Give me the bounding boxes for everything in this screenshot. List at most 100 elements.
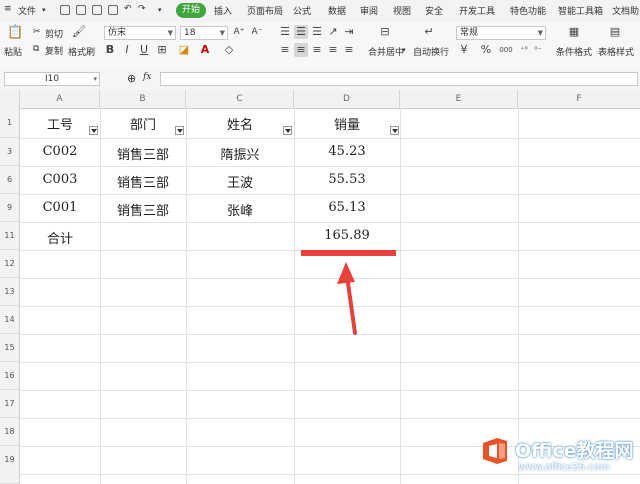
tab-formulas[interactable]: 公式 bbox=[293, 4, 311, 17]
copy-icon[interactable]: ⧉ bbox=[33, 44, 39, 54]
distributed-icon[interactable]: ≡ bbox=[342, 43, 356, 57]
column-header-a[interactable]: A bbox=[20, 90, 100, 108]
print-icon[interactable] bbox=[92, 5, 102, 15]
align-right-icon[interactable]: ≡ bbox=[310, 43, 324, 57]
name-box[interactable]: I10 ▾ bbox=[4, 72, 100, 86]
row-header-16[interactable]: 16 bbox=[0, 362, 20, 390]
chevron-down-icon[interactable]: ▾ bbox=[42, 6, 46, 14]
copy-button[interactable]: 复制 bbox=[45, 44, 63, 57]
cell-total-value[interactable]: 165.89 bbox=[294, 228, 400, 243]
wrap-text-button[interactable]: 自动换行 bbox=[413, 45, 449, 58]
cell-id[interactable]: C001 bbox=[20, 200, 100, 215]
tab-page-layout[interactable]: 页面布局 bbox=[247, 4, 283, 17]
orientation-icon[interactable]: ↗ bbox=[326, 25, 340, 39]
merge-center-icon[interactable]: ⊟ bbox=[376, 25, 394, 39]
chevron-down-icon[interactable]: ▾ bbox=[402, 46, 406, 54]
table-style-icon[interactable]: ▤ bbox=[606, 25, 624, 39]
row-header-3[interactable]: 3 bbox=[0, 138, 20, 166]
paste-icon[interactable]: 📋 bbox=[7, 26, 23, 40]
align-center-icon[interactable]: ≡ bbox=[294, 43, 308, 57]
fx-button[interactable]: fx bbox=[143, 72, 151, 82]
shrink-font-button[interactable]: A⁻ bbox=[250, 25, 264, 39]
print-preview-icon[interactable] bbox=[108, 5, 118, 15]
underline-button[interactable]: U bbox=[138, 43, 150, 57]
redo-icon[interactable]: ↷ bbox=[138, 4, 146, 14]
grow-font-button[interactable]: A⁺ bbox=[232, 25, 246, 39]
tab-view[interactable]: 视图 bbox=[393, 4, 411, 17]
header-cell-id[interactable]: 工号 bbox=[20, 114, 100, 133]
menu-icon[interactable]: ≡ bbox=[4, 4, 12, 14]
decrease-decimal-icon[interactable]: ⁰⁻ bbox=[532, 43, 544, 57]
row-header-1[interactable]: 1 bbox=[0, 108, 20, 138]
select-all-corner[interactable] bbox=[0, 90, 20, 108]
clear-format-icon[interactable]: ◇ bbox=[222, 43, 236, 57]
tab-review[interactable]: 审阅 bbox=[360, 4, 378, 17]
header-cell-department[interactable]: 部门 bbox=[100, 114, 186, 133]
font-color-button[interactable]: A bbox=[198, 43, 212, 57]
justify-icon[interactable]: ≡ bbox=[326, 43, 340, 57]
conditional-format-button[interactable]: 条件格式 bbox=[556, 45, 592, 58]
menu-file[interactable]: 文件 bbox=[18, 4, 36, 17]
row-header-17[interactable]: 17 bbox=[0, 390, 20, 418]
tab-doc-assistant[interactable]: 文档助 bbox=[612, 4, 639, 17]
formula-input[interactable] bbox=[160, 72, 638, 86]
percent-button[interactable]: % bbox=[479, 43, 493, 57]
row-header-15[interactable]: 15 bbox=[0, 334, 20, 362]
cut-icon[interactable]: ✂ bbox=[33, 27, 41, 37]
cell-sales[interactable]: 65.13 bbox=[294, 200, 400, 215]
row-header-19[interactable]: 19 bbox=[0, 446, 20, 484]
cell-department[interactable]: 销售三部 bbox=[100, 200, 186, 219]
row-header-9[interactable]: 9 bbox=[0, 194, 20, 222]
row-header-14[interactable]: 14 bbox=[0, 306, 20, 334]
column-header-f[interactable]: F bbox=[518, 90, 640, 108]
header-cell-sales[interactable]: 销量 bbox=[294, 114, 400, 133]
tab-features[interactable]: 特色功能 bbox=[510, 4, 546, 17]
table-style-button[interactable]: 表格样式 bbox=[598, 45, 634, 58]
italic-button[interactable]: I bbox=[121, 43, 133, 57]
column-header-b[interactable]: B bbox=[100, 90, 186, 108]
format-painter-button[interactable]: 格式刷 bbox=[68, 45, 95, 58]
row-header-13[interactable]: 13 bbox=[0, 278, 20, 306]
cell-id[interactable]: C002 bbox=[20, 144, 100, 159]
align-top-icon[interactable]: ☰ bbox=[278, 25, 292, 39]
tab-developer[interactable]: 开发工具 bbox=[459, 4, 495, 17]
row-header-18[interactable]: 18 bbox=[0, 418, 20, 446]
increase-decimal-icon[interactable]: ⁺⁰ bbox=[518, 43, 530, 57]
currency-button[interactable]: ¥ bbox=[457, 43, 471, 57]
customize-icon[interactable]: ▾ bbox=[158, 6, 162, 14]
cell-id[interactable]: C003 bbox=[20, 172, 100, 187]
format-painter-icon[interactable]: 🖌 bbox=[72, 25, 86, 39]
zoom-icon[interactable]: ⊕ bbox=[127, 72, 136, 85]
cell-sales[interactable]: 55.53 bbox=[294, 172, 400, 187]
align-bottom-icon[interactable]: ☰ bbox=[310, 25, 324, 39]
tab-home[interactable]: 开始 bbox=[176, 3, 206, 18]
save-icon[interactable] bbox=[60, 5, 70, 15]
font-size-select[interactable]: 18 ▼ bbox=[180, 26, 228, 40]
header-cell-name[interactable]: 姓名 bbox=[186, 114, 294, 133]
cell-department[interactable]: 销售三部 bbox=[100, 172, 186, 191]
cell-name[interactable]: 张峰 bbox=[186, 200, 294, 219]
filter-dropdown-icon[interactable] bbox=[283, 126, 292, 135]
tab-smart-tools[interactable]: 智能工具箱 bbox=[558, 4, 603, 17]
tab-insert[interactable]: 插入 bbox=[214, 4, 232, 17]
column-header-c[interactable]: C bbox=[186, 90, 294, 108]
fill-color-icon[interactable]: ◪ bbox=[177, 43, 191, 57]
border-icon[interactable]: ⊞ bbox=[155, 43, 169, 57]
cut-button[interactable]: 剪切 bbox=[45, 27, 63, 40]
filter-active-icon[interactable] bbox=[175, 126, 184, 135]
merge-center-button[interactable]: 合并居中 bbox=[368, 45, 404, 58]
row-header-12[interactable]: 12 bbox=[0, 250, 20, 278]
tab-data[interactable]: 数据 bbox=[328, 4, 346, 17]
export-icon[interactable] bbox=[76, 5, 86, 15]
number-format-select[interactable]: 常规 ▼ bbox=[456, 26, 546, 40]
bold-button[interactable]: B bbox=[104, 43, 116, 57]
conditional-format-icon[interactable]: ▦ bbox=[565, 25, 583, 39]
indent-icon[interactable]: ⇥ bbox=[342, 25, 356, 39]
align-left-icon[interactable]: ≡ bbox=[278, 43, 292, 57]
row-header-6[interactable]: 6 bbox=[0, 166, 20, 194]
cell-total-label[interactable]: 合计 bbox=[20, 228, 100, 247]
cell-department[interactable]: 销售三部 bbox=[100, 144, 186, 163]
wrap-text-icon[interactable]: ↵ bbox=[420, 25, 438, 39]
filter-dropdown-icon[interactable] bbox=[390, 126, 399, 135]
undo-icon[interactable]: ↶ bbox=[124, 4, 132, 14]
